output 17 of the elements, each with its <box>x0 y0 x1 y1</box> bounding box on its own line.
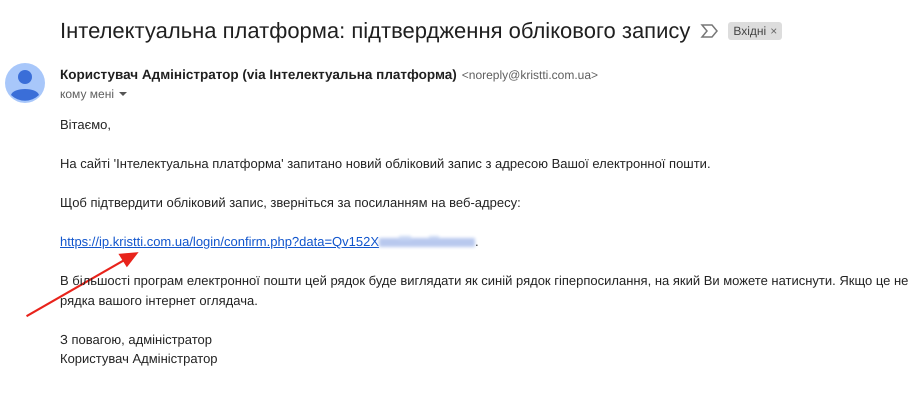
avatar-icon[interactable] <box>5 63 45 103</box>
label-text: Вхідні <box>733 24 766 38</box>
email-subject: Інтелектуальна платформа: підтвердження облікового запису <box>60 18 690 44</box>
closing-text: З повагою, адміністратор <box>60 330 213 349</box>
dropdown-caret-icon[interactable] <box>118 91 128 97</box>
importance-marker-icon[interactable] <box>700 24 718 38</box>
sender-email: <noreply@kristti.com.ua> <box>462 68 598 82</box>
body-text-line: рядка вашого інтернет оглядача. <box>60 292 259 310</box>
recipient-text: кому мені <box>60 87 114 101</box>
body-paragraph: Щоб підтвердити обліковий запис, зверніться за посиланням на веб-адресу: <box>60 194 522 212</box>
confirmation-link[interactable]: https://ip.kristti.com.ua/login/confirm.php?data=Qv152X <box>60 232 380 252</box>
sender-name: Користувач Адміністратор (via Інтелектуальна платформа) <box>60 67 457 82</box>
greeting-text: Вітаємо, <box>60 116 112 134</box>
body-paragraph: На сайті 'Інтелектуальна платформа' запитано новий обліковий запис з адресою Вашої електронної пошти. <box>60 155 712 173</box>
signature-text: Користувач Адміністратор <box>60 350 219 368</box>
remove-label-button[interactable]: × <box>770 24 778 38</box>
link-period: . <box>475 233 479 251</box>
